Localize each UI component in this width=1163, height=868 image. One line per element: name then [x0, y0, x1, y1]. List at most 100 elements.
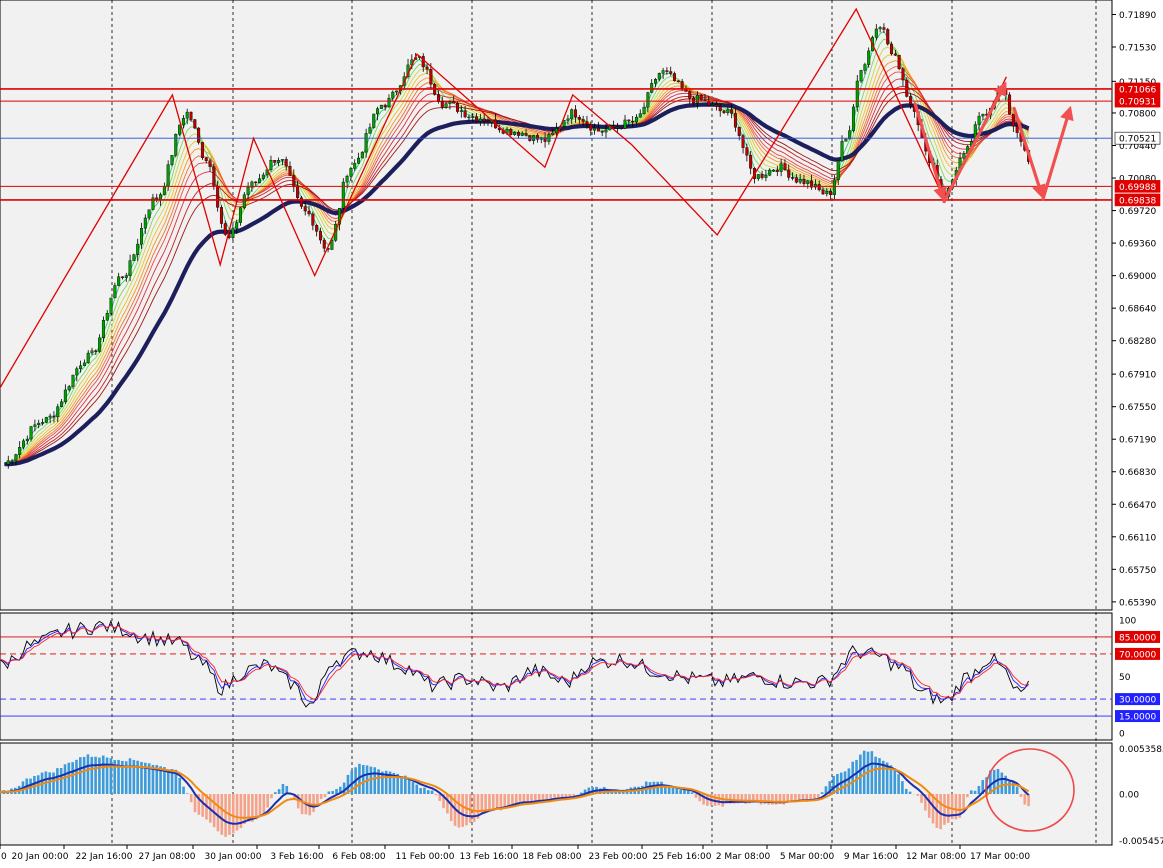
macd-tick-label: 0.0053585 [1119, 745, 1163, 755]
candle-body [582, 119, 585, 121]
macd-histogram-bar [672, 788, 675, 794]
stochastic-level-badge-label: 30.0000 [1119, 696, 1156, 706]
macd-histogram-bar [278, 789, 281, 794]
macd-histogram-bar [897, 774, 900, 794]
candle-body [879, 28, 882, 29]
macd-histogram-bar [270, 794, 273, 798]
candle-body [806, 181, 809, 184]
candle-body [64, 390, 67, 402]
candle-body [475, 117, 478, 122]
candle-body [601, 131, 604, 132]
candle-body [719, 106, 722, 110]
candle-body [18, 447, 21, 454]
candle-body [79, 366, 82, 369]
macd-histogram-bar [412, 782, 415, 794]
candle-body [194, 120, 197, 129]
candle-body [631, 121, 634, 122]
candle-body [570, 110, 573, 119]
candle-body [209, 161, 212, 167]
candle-body [91, 351, 94, 353]
candle-body [746, 148, 749, 156]
candle-body [270, 160, 273, 169]
macd-histogram-bar [129, 758, 132, 794]
macd-histogram-bar [561, 794, 564, 797]
macd-histogram-bar [182, 787, 185, 794]
macd-histogram-bar [580, 793, 583, 794]
macd-tick-label: -0.005457 [1119, 837, 1163, 847]
candle-body [452, 102, 455, 103]
candle-body [833, 180, 836, 195]
macd-histogram-bar [320, 794, 323, 799]
candle-body [235, 223, 238, 229]
macd-histogram-bar [821, 792, 824, 794]
candle-body [586, 122, 589, 125]
macd-histogram-bar [488, 794, 491, 810]
macd-histogram-bar [75, 760, 78, 794]
stochastic-tick-label: 100 [1119, 617, 1136, 627]
macd-histogram-bar [901, 781, 904, 794]
macd-histogram-bar [331, 791, 334, 794]
candle-body [110, 298, 113, 313]
candle-body [647, 93, 650, 108]
candle-body [441, 102, 444, 107]
macd-histogram-bar [1016, 787, 1019, 794]
macd-histogram-bar [400, 776, 403, 794]
price-tick-label: 0.69000 [1119, 272, 1156, 282]
candle-body [574, 110, 577, 118]
candle-body [22, 441, 25, 447]
candle-body [513, 132, 516, 135]
candle-body [696, 95, 699, 103]
candle-body [521, 133, 524, 135]
candle-body [75, 369, 78, 375]
candle-body [822, 190, 825, 194]
candle-body [715, 104, 718, 106]
candle-body [978, 116, 981, 125]
stochastic-level-badge-label: 15.0000 [1119, 713, 1156, 723]
candle-body [174, 134, 177, 155]
candle-body [95, 351, 98, 352]
macd-histogram-bar [274, 792, 277, 794]
time-tick-label: 2 Mar 08:00 [716, 852, 771, 862]
candle-body [799, 179, 802, 182]
macd-histogram-bar [461, 794, 464, 827]
candle-body [456, 103, 459, 111]
candle-body [49, 416, 52, 417]
candle-body [837, 161, 840, 180]
candle-body [308, 211, 311, 214]
candle-body [422, 56, 425, 67]
macd-histogram-bar [232, 794, 235, 833]
candle-body [277, 160, 280, 162]
candle-body [784, 164, 787, 170]
chart-canvas: 0.718900.715300.711500.708000.704400.700… [0, 0, 1163, 864]
candle-body [224, 224, 227, 235]
candle-body [886, 29, 889, 44]
candle-body [852, 107, 855, 131]
time-tick-label: 12 Mar 08:00 [906, 852, 966, 862]
stochastic-panel[interactable] [0, 613, 1112, 740]
macd-histogram-bar [718, 794, 721, 805]
candle-body [555, 129, 558, 133]
candle-body [1016, 126, 1019, 132]
macd-histogram-bar [324, 794, 327, 797]
time-tick-label: 25 Feb 16:00 [652, 852, 711, 862]
price-tick-label: 0.66830 [1119, 468, 1156, 478]
time-tick-label: 27 Jan 08:00 [139, 852, 196, 862]
macd-histogram-bar [186, 793, 189, 794]
time-tick-label: 30 Jan 00:00 [205, 852, 262, 862]
macd-histogram-bar [855, 760, 858, 794]
candle-body [45, 417, 48, 422]
macd-histogram-bar [480, 794, 483, 812]
candle-body [213, 167, 216, 187]
time-tick-label: 5 Mar 00:00 [780, 852, 835, 862]
candle-body [304, 207, 307, 212]
candle-body [734, 113, 737, 127]
macd-histogram-bar [167, 770, 170, 794]
candle-body [60, 402, 63, 407]
candle-body [201, 142, 204, 157]
candle-body [121, 277, 124, 278]
candle-body [468, 117, 471, 118]
macd-histogram-bar [683, 790, 686, 794]
macd-histogram-bar [79, 757, 82, 794]
forex-chart: 0.718900.715300.711500.708000.704400.700… [0, 0, 1163, 864]
macd-histogram-bar [236, 794, 239, 831]
